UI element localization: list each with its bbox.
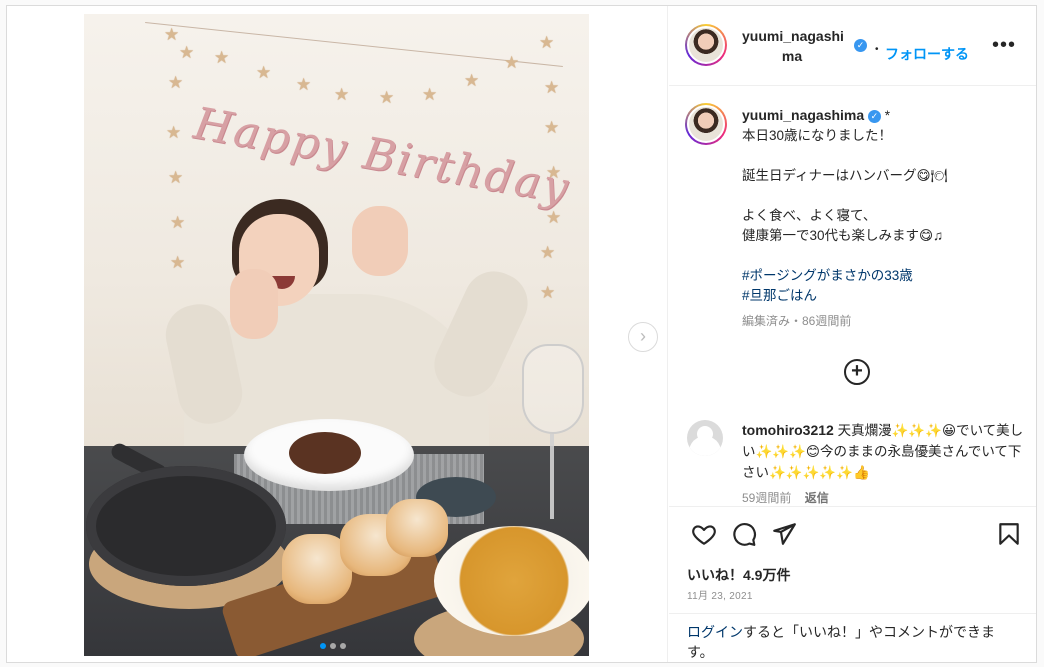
salad-bowl xyxy=(434,526,589,636)
reply-button[interactable]: 返信 xyxy=(805,491,829,505)
post-header: yuumi_nagashi ma ✓ • フォローする ••• xyxy=(669,6,1036,86)
star-decoration: ★ xyxy=(256,63,272,82)
bookmark-icon[interactable] xyxy=(996,521,1022,547)
carousel-dot xyxy=(320,643,326,649)
star-decoration: ★ xyxy=(166,123,182,142)
star-decoration: ★ xyxy=(168,73,184,92)
caption-line: よく食べ、よく寝て、 xyxy=(742,208,877,223)
star-decoration: ★ xyxy=(504,53,520,72)
post-frame: ★ ★ ★ ★ ★ ★ ★ ★ ★ ★ ★ ★ ★ ★ ★ ★ ★ ★ ★ ★ … xyxy=(6,5,1037,663)
carousel-dot xyxy=(340,643,346,649)
star-decoration: ★ xyxy=(379,88,395,107)
bread-roll xyxy=(386,499,448,557)
comment-icon[interactable] xyxy=(731,521,757,547)
chevron-right-icon: › xyxy=(640,326,646,346)
star-decoration: ★ xyxy=(170,213,186,232)
comment: tomohiro3212 天真爛漫✨✨✨😀でいて美しい✨✨✨😊今のままの永島優美… xyxy=(742,420,1027,483)
star-decoration: ★ xyxy=(334,85,350,104)
caption-line: 健康第一で30代も楽しみます😋♫ xyxy=(742,228,944,243)
login-prompt: ログインすると「いいね！」やコメントができます。 xyxy=(669,613,1036,662)
follow-button[interactable]: フォローする xyxy=(885,44,969,64)
caption-meta: 編集済み・86週間前 xyxy=(742,314,852,328)
carousel-dot xyxy=(330,643,336,649)
wine-glass xyxy=(522,344,584,434)
star-decoration: ★ xyxy=(540,243,556,262)
avatar[interactable] xyxy=(687,420,723,456)
heart-icon[interactable] xyxy=(691,521,717,547)
star-decoration: ★ xyxy=(214,48,230,67)
star-decoration: ★ xyxy=(464,71,480,90)
like-count[interactable]: いいね！4.9万件 xyxy=(687,565,790,585)
verified-icon: ✓ xyxy=(854,39,867,52)
post-caption: yuumi_nagashima ✓ * 本日30歳になりました！ 誕生日ディナー… xyxy=(742,105,1017,306)
caption-line: 本日30歳になりました！ xyxy=(742,128,893,143)
comment-meta: 59週間前 返信 xyxy=(742,489,829,506)
star-decoration: ★ xyxy=(179,43,195,62)
star-decoration: ★ xyxy=(422,85,438,104)
star-decoration: ★ xyxy=(170,253,186,272)
next-slide-button[interactable]: › xyxy=(628,322,658,352)
carousel-indicator xyxy=(320,643,346,649)
hashtag-link[interactable]: #旦那ごはん xyxy=(742,286,1017,306)
avatar[interactable] xyxy=(685,24,727,66)
post-actions: いいね！4.9万件 11月 23, 2021 xyxy=(669,506,1036,626)
star-decoration: ★ xyxy=(544,118,560,137)
comment-username[interactable]: tomohiro3212 xyxy=(742,422,834,438)
skillet xyxy=(86,466,286,586)
post-date: 11月 23, 2021 xyxy=(687,591,753,602)
caption-username[interactable]: yuumi_nagashima xyxy=(742,107,864,123)
login-link[interactable]: ログイン xyxy=(687,624,743,640)
post-sidebar: yuumi_nagashi ma ✓ • フォローする ••• yuumi_na… xyxy=(669,6,1036,662)
comment-time: 59週間前 xyxy=(742,491,792,505)
star-decoration: ★ xyxy=(164,25,180,44)
plus-circle-icon[interactable]: + xyxy=(844,359,870,385)
star-decoration: ★ xyxy=(539,33,555,52)
hashtag-link[interactable]: #ポージングがまさかの33歳 xyxy=(742,266,1017,286)
post-comments-area: yuumi_nagashima ✓ * 本日30歳になりました！ 誕生日ディナー… xyxy=(669,87,1036,507)
share-icon[interactable] xyxy=(771,521,797,547)
verified-icon: ✓ xyxy=(867,109,881,123)
post-photo[interactable]: ★ ★ ★ ★ ★ ★ ★ ★ ★ ★ ★ ★ ★ ★ ★ ★ ★ ★ ★ ★ … xyxy=(84,14,589,656)
star-decoration: ★ xyxy=(540,283,556,302)
post-media: ★ ★ ★ ★ ★ ★ ★ ★ ★ ★ ★ ★ ★ ★ ★ ★ ★ ★ ★ ★ … xyxy=(7,6,668,662)
more-icon[interactable]: ••• xyxy=(992,34,1016,57)
caption-line: 誕生日ディナーはハンバーグ😋🍽 xyxy=(742,168,948,183)
star-decoration: ★ xyxy=(544,78,560,97)
star-decoration: ★ xyxy=(168,168,184,187)
header-username[interactable]: yuumi_nagashi xyxy=(742,26,844,46)
star-decoration: ★ xyxy=(296,75,312,94)
avatar[interactable] xyxy=(685,103,727,145)
